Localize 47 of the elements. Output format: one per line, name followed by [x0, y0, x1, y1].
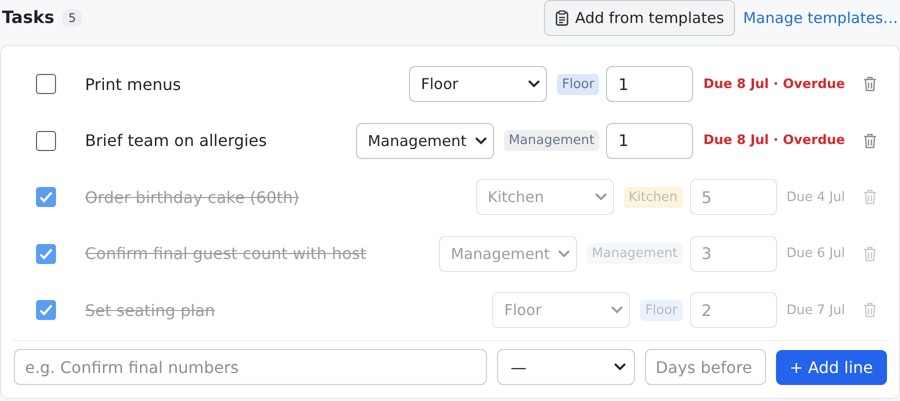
due-date: Due 6 Jul: [786, 246, 845, 262]
team-select[interactable]: Management: [438, 236, 577, 272]
task-title: Print menus: [85, 74, 182, 94]
team-tag: Management: [586, 243, 683, 264]
due-date: Due 8 Jul · Overdue: [703, 76, 845, 92]
team-tag: Floor: [640, 300, 683, 321]
days-input[interactable]: 2: [690, 292, 777, 328]
trash-icon[interactable]: [863, 132, 877, 149]
task-title: Brief team on allergies: [85, 131, 268, 150]
task-title: Order birthday cake (60th): [85, 188, 300, 207]
team-select[interactable]: Management: [356, 122, 494, 159]
chevron-icon: [528, 80, 540, 88]
checkbox[interactable]: [36, 130, 56, 151]
days-input[interactable]: 5: [690, 179, 777, 216]
due-date: Due 8 Jul · Overdue: [703, 133, 845, 148]
checkbox[interactable]: [36, 300, 56, 320]
chevron-icon: [558, 250, 570, 258]
checkbox[interactable]: [36, 74, 56, 94]
checkbox[interactable]: [36, 244, 56, 264]
chevron-icon: [474, 136, 487, 145]
team-tag: Kitchen: [624, 186, 683, 208]
tasks-title: Tasks: [2, 8, 54, 28]
task-count: 5: [62, 9, 82, 27]
clipboard-icon: [555, 10, 570, 26]
days-input[interactable]: 1: [606, 122, 694, 159]
task-title: Confirm final guest count with host: [85, 244, 368, 264]
team-tag: Floor: [557, 74, 600, 95]
due-date: Due 7 Jul: [786, 302, 845, 318]
team-select[interactable]: Floor: [409, 66, 548, 102]
chevron-icon: [614, 363, 626, 371]
task-name-input[interactable]: e.g. Confirm final numbers: [14, 349, 488, 385]
days-input[interactable]: 1: [606, 66, 694, 102]
add-line-button[interactable]: + Add line: [776, 350, 887, 384]
team-select[interactable]: —: [497, 349, 635, 385]
chevron-icon: [594, 193, 607, 202]
days-input[interactable]: 3: [690, 236, 777, 272]
task-title: Set seating plan: [85, 300, 216, 320]
trash-icon[interactable]: [863, 76, 877, 92]
days-before-input[interactable]: Days before: [644, 349, 766, 385]
chevron-icon: [611, 306, 624, 314]
team-select[interactable]: Floor: [492, 292, 630, 328]
team-tag: Management: [504, 130, 600, 152]
manage-templates-link[interactable]: Manage templates…: [743, 9, 898, 27]
due-date: Due 4 Jul: [786, 190, 845, 205]
team-select[interactable]: Kitchen: [476, 179, 614, 216]
checkbox[interactable]: [36, 187, 56, 208]
add-from-templates-button[interactable]: Add from templates: [544, 0, 736, 36]
